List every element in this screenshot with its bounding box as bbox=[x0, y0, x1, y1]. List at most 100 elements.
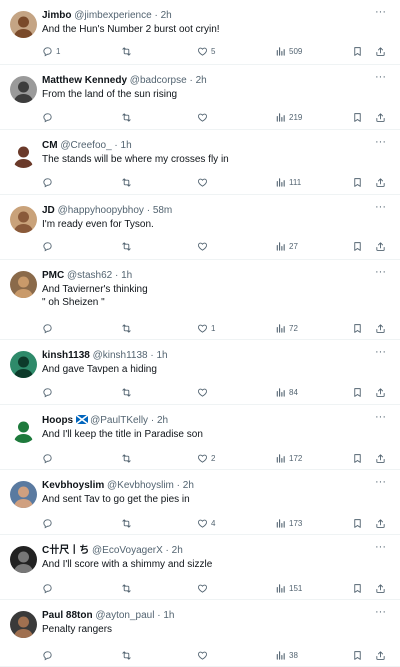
tweet[interactable]: CM @Creefoo_ · 1h ··· The stands will be w… bbox=[0, 130, 400, 195]
bookmark-button[interactable] bbox=[352, 321, 363, 335]
avatar[interactable] bbox=[10, 271, 37, 298]
share-button[interactable] bbox=[375, 110, 386, 124]
bookmark-button[interactable] bbox=[352, 581, 363, 595]
bookmark-button[interactable] bbox=[352, 451, 363, 465]
avatar[interactable] bbox=[10, 351, 37, 378]
display-name[interactable]: Matthew Kennedy bbox=[42, 75, 127, 86]
display-name[interactable]: Jimbo bbox=[42, 10, 71, 21]
more-options-icon[interactable]: ··· bbox=[375, 541, 386, 553]
avatar[interactable] bbox=[10, 206, 37, 233]
share-button[interactable] bbox=[375, 239, 386, 253]
retweet-button[interactable] bbox=[121, 110, 135, 124]
more-options-icon[interactable]: ··· bbox=[375, 266, 386, 278]
reply-button[interactable] bbox=[42, 648, 56, 662]
avatar[interactable] bbox=[10, 141, 37, 168]
avatar[interactable] bbox=[10, 76, 37, 103]
views-button[interactable]: 84 bbox=[275, 385, 298, 399]
share-button[interactable] bbox=[375, 648, 386, 662]
like-button[interactable]: 4 bbox=[197, 516, 215, 530]
tweet[interactable]: Paul 88ton @ayton_paul · 1h ··· Penalty ra… bbox=[0, 600, 400, 667]
display-name[interactable]: C卄尺丨ち bbox=[42, 545, 89, 556]
display-name[interactable]: Hoops bbox=[42, 415, 73, 426]
timestamp[interactable]: 2h bbox=[161, 10, 172, 21]
tweet[interactable]: Hoops @PaulTKelly · 2h ··· And I'll keep th… bbox=[0, 405, 400, 470]
retweet-button[interactable] bbox=[121, 581, 135, 595]
bookmark-button[interactable] bbox=[352, 239, 363, 253]
views-button[interactable]: 151 bbox=[275, 581, 302, 595]
avatar[interactable] bbox=[10, 546, 37, 573]
views-button[interactable]: 27 bbox=[275, 239, 298, 253]
views-button[interactable]: 111 bbox=[275, 175, 301, 189]
timestamp[interactable]: 2h bbox=[157, 415, 168, 426]
views-button[interactable]: 72 bbox=[275, 321, 298, 335]
bookmark-button[interactable] bbox=[352, 516, 363, 530]
user-handle[interactable]: @jimbexperience bbox=[74, 10, 151, 21]
display-name[interactable]: PMC bbox=[42, 270, 64, 281]
like-button[interactable] bbox=[197, 239, 211, 253]
retweet-button[interactable] bbox=[121, 175, 135, 189]
timestamp[interactable]: 1h bbox=[121, 140, 132, 151]
user-handle[interactable]: @Creefoo_ bbox=[60, 140, 111, 151]
like-button[interactable]: 1 bbox=[197, 321, 215, 335]
tweet[interactable]: Jimbo @jimbexperience · 2h ··· And the Hun… bbox=[0, 0, 400, 65]
user-handle[interactable]: @Kevbhoyslim bbox=[107, 480, 174, 491]
user-handle[interactable]: @kinsh1138 bbox=[93, 350, 148, 361]
timestamp[interactable]: 2h bbox=[172, 545, 183, 556]
reply-button[interactable] bbox=[42, 581, 56, 595]
retweet-button[interactable] bbox=[121, 451, 135, 465]
user-handle[interactable]: @PaulTKelly bbox=[90, 415, 148, 426]
user-handle[interactable]: @stash62 bbox=[67, 270, 112, 281]
like-button[interactable]: 2 bbox=[197, 451, 215, 465]
bookmark-button[interactable] bbox=[352, 175, 363, 189]
reply-button[interactable] bbox=[42, 451, 56, 465]
like-button[interactable] bbox=[197, 110, 211, 124]
views-button[interactable]: 38 bbox=[275, 648, 298, 662]
tweet[interactable]: PMC @stash62 · 1h ··· And Tavierner's thin… bbox=[0, 260, 400, 340]
avatar[interactable] bbox=[10, 11, 37, 38]
views-button[interactable]: 219 bbox=[275, 110, 302, 124]
user-handle[interactable]: @ayton_paul bbox=[95, 610, 154, 621]
timestamp[interactable]: 58m bbox=[153, 205, 172, 216]
timestamp[interactable]: 1h bbox=[157, 350, 168, 361]
reply-button[interactable] bbox=[42, 385, 56, 399]
user-handle[interactable]: @badcorpse bbox=[130, 75, 187, 86]
reply-button[interactable] bbox=[42, 175, 56, 189]
like-button[interactable] bbox=[197, 648, 211, 662]
timestamp[interactable]: 2h bbox=[183, 480, 194, 491]
more-options-icon[interactable]: ··· bbox=[375, 606, 386, 618]
share-button[interactable] bbox=[375, 516, 386, 530]
share-button[interactable] bbox=[375, 175, 386, 189]
share-button[interactable] bbox=[375, 385, 386, 399]
like-button[interactable] bbox=[197, 385, 211, 399]
timestamp[interactable]: 2h bbox=[196, 75, 207, 86]
tweet[interactable]: JD @happyhoopybhoy · 58m ··· I'm ready eve… bbox=[0, 195, 400, 260]
retweet-button[interactable] bbox=[121, 516, 135, 530]
more-options-icon[interactable]: ··· bbox=[375, 6, 386, 18]
more-options-icon[interactable]: ··· bbox=[375, 411, 386, 423]
more-options-icon[interactable]: ··· bbox=[375, 476, 386, 488]
retweet-button[interactable] bbox=[121, 321, 135, 335]
views-button[interactable]: 509 bbox=[275, 44, 302, 58]
display-name[interactable]: Paul 88ton bbox=[42, 610, 93, 621]
bookmark-button[interactable] bbox=[352, 44, 363, 58]
retweet-button[interactable] bbox=[121, 239, 135, 253]
like-button[interactable] bbox=[197, 581, 211, 595]
more-options-icon[interactable]: ··· bbox=[375, 136, 386, 148]
bookmark-button[interactable] bbox=[352, 110, 363, 124]
retweet-button[interactable] bbox=[121, 44, 135, 58]
avatar[interactable] bbox=[10, 416, 37, 443]
bookmark-button[interactable] bbox=[352, 648, 363, 662]
retweet-button[interactable] bbox=[121, 648, 135, 662]
reply-button[interactable]: 1 bbox=[42, 44, 60, 58]
timestamp[interactable]: 1h bbox=[121, 270, 132, 281]
reply-button[interactable] bbox=[42, 516, 56, 530]
display-name[interactable]: CM bbox=[42, 140, 58, 151]
share-button[interactable] bbox=[375, 451, 386, 465]
reply-button[interactable] bbox=[42, 110, 56, 124]
share-button[interactable] bbox=[375, 581, 386, 595]
avatar[interactable] bbox=[10, 611, 37, 638]
like-button[interactable]: 5 bbox=[197, 44, 215, 58]
tweet[interactable]: Matthew Kennedy @badcorpse · 2h ··· From t… bbox=[0, 65, 400, 130]
user-handle[interactable]: @happyhoopybhoy bbox=[58, 205, 144, 216]
views-button[interactable]: 173 bbox=[275, 516, 302, 530]
